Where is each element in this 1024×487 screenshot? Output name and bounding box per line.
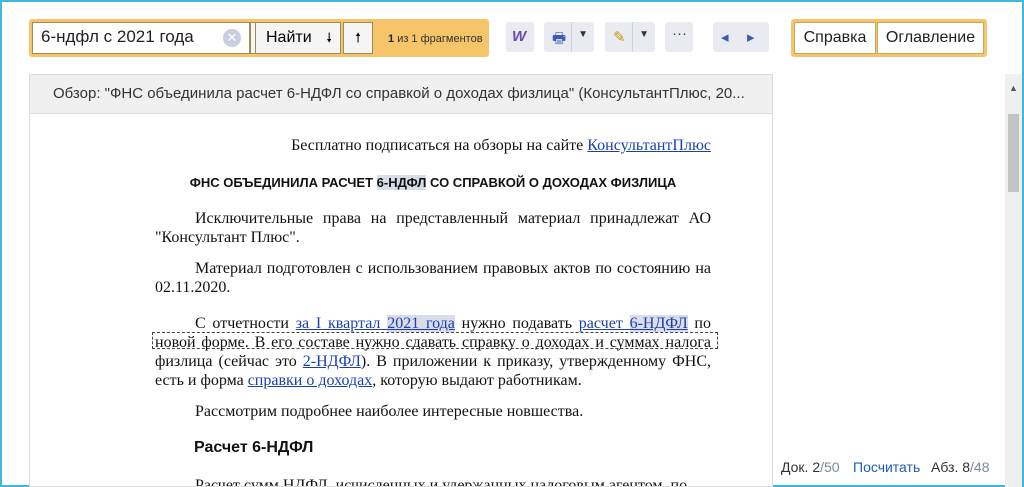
highlight-button[interactable]: ✎ ▼ [605,22,655,52]
p3-text: , которую выдают работникам. [372,372,582,389]
toolbar: 6-ндфл с 2021 года ✕ ▼ Найти 🠗 🠕 1 из 1 … [2,2,1022,72]
doc-counter: Док. 2/50 [781,459,840,475]
chevron-down-icon: ▼ [639,29,649,40]
link-q1-2021[interactable]: за I квартал 2021 года [296,315,455,332]
para-total: /48 [970,459,990,475]
more-icon: ··· [672,25,687,42]
subscribe-link[interactable]: КонсультантПлюс [587,137,711,154]
para-counter: Абз. 8/48 [931,459,990,475]
more-button[interactable]: ··· [665,22,693,52]
highlighter-icon: ✎ [613,29,626,46]
toc-button[interactable]: Оглавление [877,22,984,54]
found-info: 1 из 1 фрагментов [388,33,483,45]
found-count: 1 [388,33,395,45]
calc-link-wrap: Посчитать [853,459,920,475]
clear-icon[interactable]: ✕ [223,29,241,47]
help-button[interactable]: Справка [794,22,876,54]
scrollbar[interactable]: ▲ [1005,74,1022,487]
found-text: из 1 фрагментов [397,33,483,45]
right-button-group: Справка Оглавление [791,19,987,57]
rights-paragraph: Исключительные права на представленный м… [155,210,711,246]
link-income-certificate[interactable]: справки о доходах [248,372,373,389]
doc-total: /50 [820,459,840,475]
forward-icon[interactable]: ▸ [747,28,755,46]
link-text: за I квартал [295,315,388,332]
document-title: ФНС ОБЪЕДИНИЛА РАСЧЕТ 6-НДФЛ СО СПРАВКОЙ… [155,175,711,190]
subscribe-line: Бесплатно подписаться на обзоры на сайте… [155,136,711,155]
prepared-paragraph: Материал подготовлен с использованием пр… [155,260,711,296]
separator [632,22,633,52]
main-paragraph: С отчетности за I квартал 2021 года нужн… [155,314,711,390]
subscribe-text: Бесплатно подписаться на обзоры на сайте [291,137,588,154]
separator [571,22,572,52]
para-label: Абз. 8 [931,459,971,475]
search-input[interactable]: 6-ндфл с 2021 года ✕ [32,22,250,54]
calc-link[interactable]: Посчитать [853,459,920,475]
scroll-thumb[interactable] [1008,114,1019,192]
link-2ndfl[interactable]: 2-НДФЛ [303,353,361,370]
word-export-button[interactable]: W [506,22,534,52]
calc-paragraph: Расчет сумм НДФЛ, исчисленных и удержанн… [195,477,688,487]
link-highlight: 6-НДФЛ [629,315,688,332]
arrow-up-icon: 🠕 [355,30,361,45]
section-heading: Расчет 6-НДФЛ [194,439,314,456]
find-label: Найти [266,29,312,46]
document-panel: Обзор: "ФНС объединила расчет 6-НДФЛ со … [29,74,773,487]
scroll-up-icon[interactable]: ▲ [1009,83,1018,93]
doc-label: Док. 2 [781,459,821,475]
find-prev-button[interactable]: 🠕 [343,22,373,54]
back-icon[interactable]: ◂ [721,28,729,46]
p3-text: нужно подавать [454,315,579,332]
link-6ndfl-form[interactable]: расчет 6-НДФЛ [579,315,688,332]
chevron-down-icon: ▼ [578,29,588,40]
print-icon: 🖶 [552,30,567,47]
link-text: расчет [578,315,630,332]
print-button[interactable]: 🖶 ▼ [544,22,594,52]
title-pre: ФНС ОБЪЕДИНИЛА РАСЧЕТ [189,175,377,190]
document-header: Обзор: "ФНС объединила расчет 6-НДФЛ со … [30,75,772,114]
search-value: 6-ндфл с 2021 года [41,27,194,46]
title-highlight: 6-НДФЛ [376,175,427,190]
word-export-icon: W [512,28,527,45]
title-post: СО СПРАВКОЙ О ДОХОДАХ ФИЗЛИЦА [426,175,677,190]
find-next-button[interactable]: Найти 🠗 [255,22,341,54]
link-highlight: 2021 года [387,315,455,332]
nav-arrows: ◂ ▸ [713,22,769,52]
arrow-down-icon: 🠗 [326,30,332,45]
p3-text: С отчетности [195,315,296,332]
consider-paragraph: Рассмотрим подробнее наиболее интересные… [195,403,584,420]
